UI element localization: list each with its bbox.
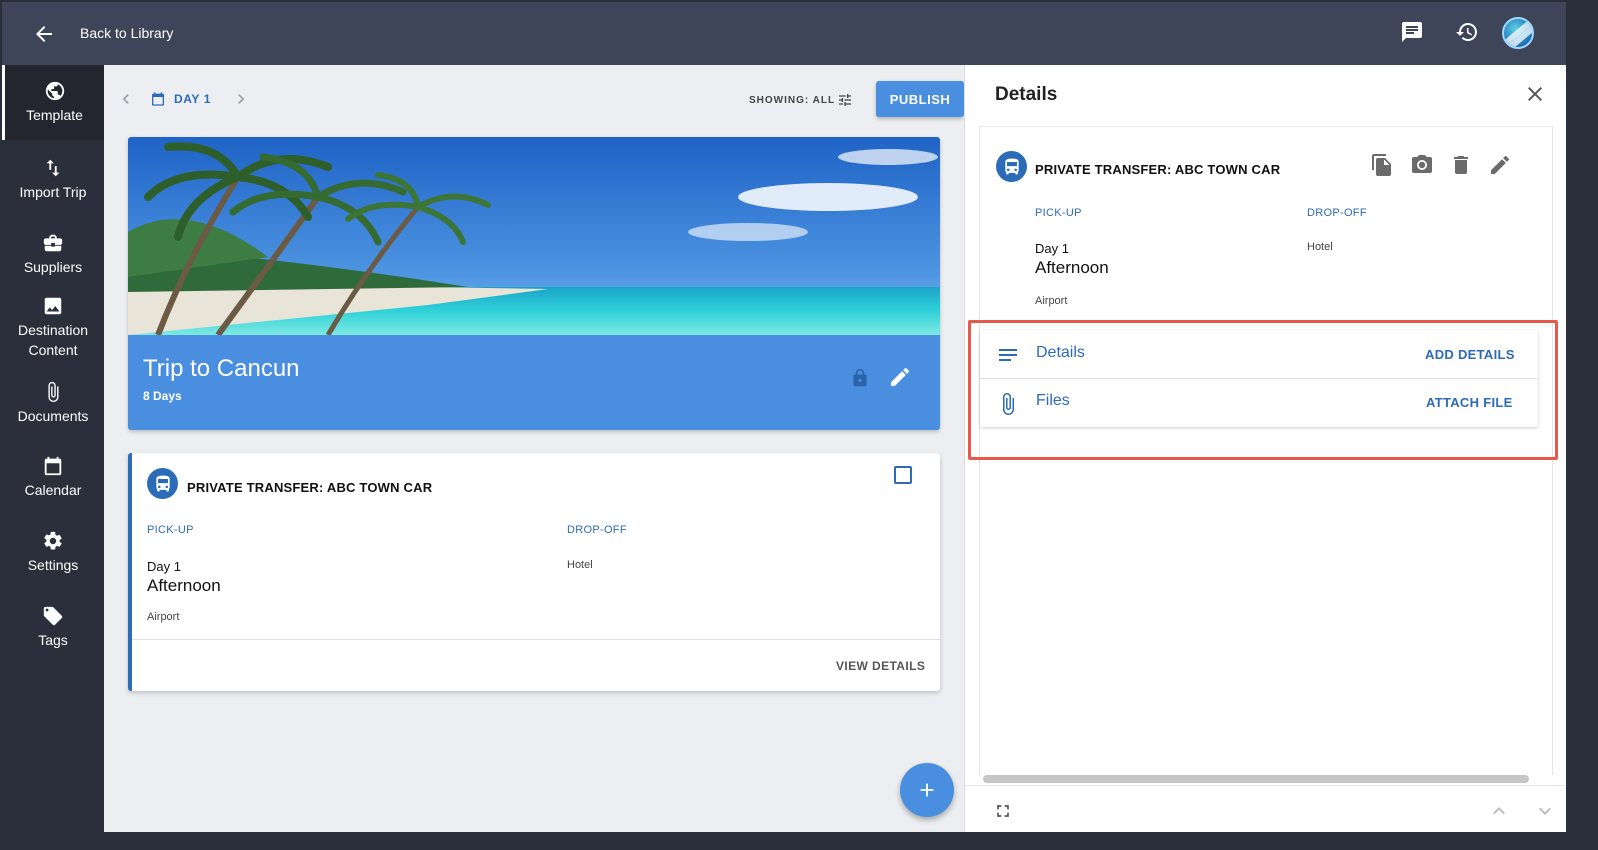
camera-icon[interactable] — [1410, 153, 1434, 177]
panel-title: Details — [995, 84, 1058, 105]
bus-badge — [996, 151, 1027, 182]
bus-icon — [155, 475, 170, 491]
arrow-left-icon[interactable] — [32, 22, 56, 46]
close-icon[interactable] — [1523, 82, 1547, 106]
bus-badge — [147, 468, 178, 499]
app-frame: Back to Library Template Import Trip Sup… — [2, 2, 1566, 832]
trip-title-band: Trip to Cancun 8 Days — [128, 335, 940, 430]
pickup-time: Afternoon — [1035, 258, 1109, 277]
gear-icon — [44, 531, 62, 550]
sidebar-item-label: Tags — [38, 632, 68, 648]
beach-cover-image — [128, 137, 940, 335]
sidebar-item-label: Suppliers — [23, 259, 83, 275]
sidebar-item-label: Settings — [27, 557, 79, 573]
showing-filter-label: SHOWING: ALL — [749, 95, 836, 106]
view-details-button[interactable]: VIEW DETAILS — [836, 659, 925, 673]
add-item-button[interactable] — [900, 763, 954, 817]
pickup-location: Airport — [147, 611, 180, 623]
calendar-icon — [152, 92, 164, 106]
image-icon — [44, 297, 62, 315]
chevron-up-icon[interactable] — [1487, 799, 1511, 823]
dropoff-label: DROP-OFF — [1307, 207, 1367, 219]
trash-icon[interactable] — [1449, 153, 1473, 177]
dropoff-label: DROP-OFF — [567, 524, 627, 536]
copy-icon[interactable] — [1370, 153, 1394, 177]
select-checkbox[interactable] — [894, 466, 912, 484]
trip-hero-card: Trip to Cancun 8 Days — [128, 137, 940, 430]
globe-icon — [45, 81, 64, 101]
plus-icon — [920, 783, 934, 797]
card-divider — [132, 639, 940, 640]
sidebar: Template Import Trip Suppliers Destinati… — [2, 65, 104, 832]
dropoff-location: Hotel — [567, 559, 593, 571]
sidebar-item-tags[interactable]: Tags — [2, 605, 104, 650]
pencil-icon[interactable] — [1488, 153, 1512, 177]
day-navigator: DAY 1 — [116, 87, 251, 111]
highlight-box — [968, 320, 1558, 460]
day-selector[interactable]: DAY 1 — [174, 92, 211, 106]
pencil-icon[interactable] — [888, 365, 912, 389]
sidebar-item-label: Template — [26, 107, 83, 123]
pickup-day: Day 1 — [1035, 241, 1069, 256]
sidebar-item-label: Destination Content — [17, 322, 89, 358]
sidebar-item-label: Import Trip — [19, 184, 87, 200]
panel-item-title: PRIVATE TRANSFER: ABC TOWN CAR — [1035, 162, 1281, 177]
chevron-left-icon[interactable] — [116, 89, 136, 109]
fullscreen-icon[interactable] — [993, 801, 1013, 821]
sidebar-item-documents[interactable]: Documents — [2, 381, 104, 426]
user-avatar[interactable] — [1502, 17, 1534, 49]
sidebar-item-import-trip[interactable]: Import Trip — [2, 157, 104, 202]
sidebar-item-calendar[interactable]: Calendar — [2, 455, 104, 500]
publish-button[interactable]: PUBLISH — [876, 81, 964, 117]
panel-footer-divider — [965, 785, 1566, 786]
transfer-title: PRIVATE TRANSFER: ABC TOWN CAR — [187, 480, 433, 495]
swap-vertical-icon — [46, 159, 60, 177]
sidebar-item-suppliers[interactable]: Suppliers — [2, 232, 104, 277]
sidebar-item-settings[interactable]: Settings — [2, 530, 104, 575]
sidebar-item-label: Documents — [17, 408, 89, 424]
top-bar: Back to Library — [2, 2, 1566, 65]
chat-icon[interactable] — [1400, 20, 1424, 44]
sidebar-item-template[interactable]: Template — [2, 65, 104, 140]
dropoff-location: Hotel — [1307, 241, 1333, 253]
chevron-down-icon[interactable] — [1533, 799, 1557, 823]
bus-icon — [1004, 158, 1019, 174]
lock-icon[interactable] — [850, 367, 870, 389]
itinerary-main: DAY 1 SHOWING: ALL PUBLISH Trip to Cancu… — [104, 65, 964, 832]
transfer-card[interactable]: PRIVATE TRANSFER: ABC TOWN CAR PICK-UP D… — [128, 453, 940, 691]
back-to-library-link[interactable]: Back to Library — [80, 25, 173, 41]
pickup-label: PICK-UP — [1035, 207, 1082, 219]
trip-title: Trip to Cancun — [143, 355, 300, 382]
paperclip-icon — [48, 381, 59, 403]
history-icon[interactable] — [1455, 20, 1479, 44]
briefcase-icon — [43, 234, 63, 252]
pickup-location: Airport — [1035, 295, 1068, 307]
sidebar-item-label: Calendar — [24, 482, 82, 498]
pickup-time: Afternoon — [147, 576, 221, 595]
horizontal-scrollbar[interactable] — [983, 775, 1529, 783]
trip-duration: 8 Days — [143, 389, 182, 403]
pickup-day: Day 1 — [147, 559, 181, 574]
pickup-label: PICK-UP — [147, 524, 194, 536]
chevron-right-icon[interactable] — [231, 89, 251, 109]
calendar-icon — [44, 456, 62, 476]
sidebar-item-destination-content[interactable]: Destination Content — [2, 295, 104, 360]
tune-icon[interactable] — [837, 92, 853, 108]
tag-icon — [43, 606, 63, 626]
